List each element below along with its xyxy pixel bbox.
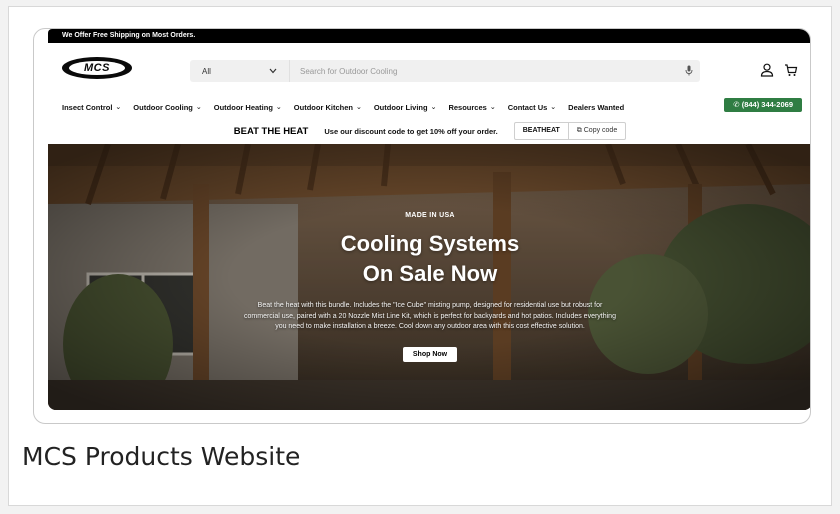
search-category-select[interactable]: All [190, 60, 290, 82]
website-viewport: We Offer Free Shipping on Most Orders. M… [48, 29, 810, 423]
user-icon[interactable] [760, 63, 774, 77]
caption-text: MCS Products Website [22, 442, 301, 471]
phone-icon: ✆ [733, 100, 740, 109]
hero-banner: MADE IN USA Cooling Systems On Sale Now … [48, 144, 810, 410]
chevron-down-icon: ⌄ [430, 104, 437, 111]
phone-button[interactable]: ✆ (844) 344-2069 [724, 98, 802, 112]
hero-title: Cooling Systems On Sale Now [341, 229, 519, 289]
chevron-down-icon: ⌄ [275, 104, 282, 111]
phone-number: (844) 344-2069 [741, 100, 793, 109]
search-bar: All [190, 60, 700, 82]
copy-icon: ⧉ [576, 127, 582, 134]
site-header: MCS All Insect Control⌄ [48, 43, 810, 123]
main-navigation: Insect Control ⌄ Outdoor Cooling ⌄ Outdoor… [62, 100, 802, 114]
hero-content: MADE IN USA Cooling Systems On Sale Now … [48, 144, 810, 410]
nav-item-outdoor-cooling[interactable]: Outdoor Cooling ⌄ [133, 103, 201, 112]
logo-text: MCS [84, 62, 110, 74]
chevron-down-icon: ⌄ [115, 104, 122, 111]
promo-text: Use our discount code to get 10% off you… [324, 126, 498, 136]
cart-icon[interactable] [784, 63, 798, 77]
nav-item-dealers-wanted[interactable]: Dealers Wanted [568, 103, 624, 112]
mcs-logo[interactable]: MCS [62, 57, 132, 79]
discount-code: BEATHEAT [515, 122, 569, 140]
hero-description: Beat the heat with this bundle. Includes… [244, 302, 616, 330]
promo-banner: BEAT THE HEAT Use our discount code to g… [48, 118, 810, 144]
nav-item-outdoor-kitchen[interactable]: Outdoor Kitchen ⌄ [294, 103, 362, 112]
website-screenshot: We Offer Free Shipping on Most Orders. M… [33, 28, 811, 424]
chevron-down-icon: ⌄ [489, 104, 496, 111]
search-input[interactable] [290, 60, 678, 82]
shop-now-button[interactable]: Shop Now [402, 346, 458, 362]
hero-title-line-1: Cooling Systems [340, 231, 520, 256]
nav-item-insect-control[interactable]: Insect Control ⌄ [62, 103, 121, 112]
copy-code-button[interactable]: ⧉ Copy code [569, 122, 625, 140]
copy-code-label: Copy code [583, 127, 618, 134]
shipping-announcement-bar: We Offer Free Shipping on Most Orders. [48, 29, 810, 43]
chevron-down-icon: ⌄ [355, 104, 362, 111]
logo-oval: MCS [69, 61, 125, 75]
chevron-down-icon [269, 68, 277, 74]
discount-code-box: BEATHEAT ⧉ Copy code [513, 122, 627, 140]
nav-item-resources[interactable]: Resources ⌄ [448, 103, 495, 112]
promo-title: BEAT THE HEAT [233, 125, 309, 137]
shipping-announcement-text: We Offer Free Shipping on Most Orders. [62, 32, 196, 39]
nav-item-outdoor-living[interactable]: Outdoor Living ⌄ [374, 103, 437, 112]
chevron-down-icon: ⌄ [195, 104, 202, 111]
hero-kicker: MADE IN USA [405, 212, 455, 219]
microphone-icon[interactable] [678, 65, 700, 78]
nav-item-contact-us[interactable]: Contact Us ⌄ [508, 103, 556, 112]
search-category-value: All [202, 66, 211, 76]
chevron-down-icon: ⌄ [550, 104, 557, 111]
nav-item-outdoor-heating[interactable]: Outdoor Heating ⌄ [214, 103, 282, 112]
hero-title-line-2: On Sale Now [362, 261, 498, 286]
